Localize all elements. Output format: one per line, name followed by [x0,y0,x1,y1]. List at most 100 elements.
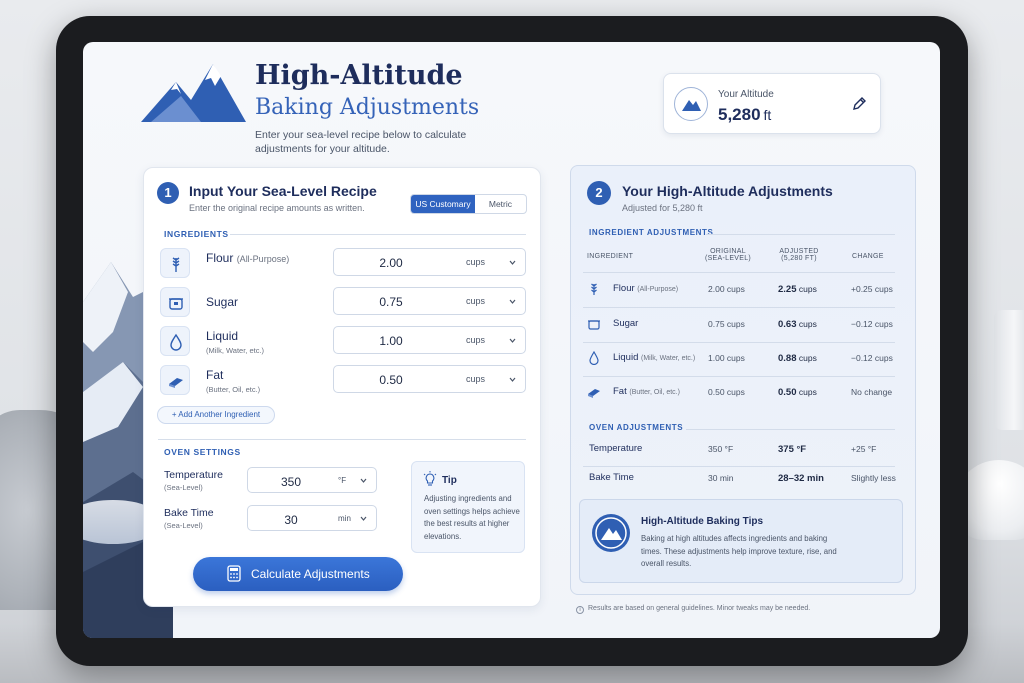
pencil-icon[interactable] [852,97,866,111]
row-original: 0.75 cups [708,319,745,329]
temperature-input[interactable]: 350 °F [247,467,377,493]
row-adjusted-value: 0.50 [778,387,797,398]
altitude-card[interactable]: Your Altitude 5,280 ft [663,73,881,134]
row-change: −0.12 cups [851,319,893,329]
oven-adjustments-header: OVEN ADJUSTMENTS [589,423,684,432]
row-adjusted: 0.50 cups [778,387,817,398]
oven-settings-header: OVEN SETTINGS [164,447,241,457]
column-header-adjusted: ADJUSTED (5,280 FT) [771,248,827,262]
liquid-amount-input[interactable]: 1.00 cups [333,326,526,354]
calculator-icon [227,565,241,582]
footnote-text: Results are based on general guidelines.… [588,605,811,612]
row-adjusted: 0.63 cups [778,319,817,330]
oven-row-original: 350 °F [708,444,734,454]
ingredient-row-flour: Flour (All-Purpose) 2.00 cups [160,248,528,280]
row-adjusted-unit: cups [798,284,817,294]
ingredients-section-header: INGREDIENTS [164,229,229,239]
sugar-bowl-icon [160,287,190,317]
temperature-value[interactable]: 350 [248,475,334,489]
bake-time-value[interactable]: 30 [248,513,334,527]
mountain-logo-icon [141,64,246,122]
unit-metric-option[interactable]: Metric [475,195,526,213]
add-ingredient-button[interactable]: + Add Another Ingredient [157,406,275,424]
divider [706,234,895,235]
row-original: 2.00 cups [708,284,745,294]
droplet-icon [589,351,599,365]
row-ingredient-name: Sugar [613,318,639,329]
table-row: Flour (All-Purpose) 2.00 cups 2.25 cups … [583,278,899,302]
flour-amount-value[interactable]: 2.00 [334,256,448,270]
column-header-adjusted-sub: (5,280 FT) [781,255,817,262]
tips-title: High-Altitude Baking Tips [641,516,764,527]
page-title: High-Altitude [255,60,463,91]
fat-unit-select[interactable]: cups [466,374,485,384]
row-ingredient-name: Flour (All-Purpose) [613,283,678,294]
sugar-amount-value[interactable]: 0.75 [334,295,448,309]
row-original: 1.00 cups [708,353,745,363]
fat-amount-value[interactable]: 0.50 [334,373,448,387]
row-name-text: Liquid [613,352,639,363]
info-icon: i [576,606,584,614]
row-change: +0.25 cups [851,284,893,294]
ingredient-row-fat: Fat (Butter, Oil, etc.) 0.50 cups [160,365,528,397]
chevron-down-icon[interactable] [509,337,516,344]
tip-title: Tip [442,475,457,486]
step-badge: 2 [587,181,611,205]
jar-background [994,310,1024,430]
ingredient-hint: (Butter, Oil, etc.) [206,385,261,394]
row-name-text: Fat [613,386,627,397]
recipe-input-card: 1 Input Your Sea-Level Recipe Enter the … [143,167,541,607]
footnote: i Results are based on general guidelines… [576,605,810,614]
chevron-down-icon[interactable] [509,376,516,383]
bake-time-input[interactable]: 30 min [247,505,377,531]
temperature-unit-select[interactable]: °F [338,476,346,485]
column-header-original-label: ORIGINAL [710,248,746,255]
chevron-down-icon[interactable] [360,477,367,484]
bake-time-unit-select[interactable]: min [338,514,351,523]
table-row: Bake Time 30 min 28–32 min Slightly less [583,467,899,491]
unit-us-customary-option[interactable]: US Customary [411,195,475,213]
wheat-icon [160,248,190,278]
flour-amount-input[interactable]: 2.00 cups [333,248,526,276]
calculate-adjustments-button[interactable]: Calculate Adjustments [193,557,403,591]
row-name-qualifier: (Milk, Water, etc.) [641,355,696,362]
liquid-unit-select[interactable]: cups [466,335,485,345]
row-name-qualifier: (Butter, Oil, etc.) [629,389,680,396]
results-subtitle: Adjusted for 5,280 ft [622,203,703,213]
fat-amount-input[interactable]: 0.50 cups [333,365,526,393]
liquid-amount-value[interactable]: 1.00 [334,334,448,348]
oven-row-bake-time: Bake Time (Sea-Level) 30 min [164,505,384,533]
tip-text: Adjusting ingredients and oven settings … [424,494,520,541]
ingredient-name: Liquid [206,329,239,343]
altitude-unit: ft [763,107,772,123]
mountain-icon [592,514,630,552]
flour-unit-select[interactable]: cups [466,257,485,267]
row-name-text: Flour [613,283,635,294]
row-change: −0.12 cups [851,353,893,363]
lightbulb-icon [423,471,437,486]
chevron-down-icon[interactable] [360,515,367,522]
sugar-amount-input[interactable]: 0.75 cups [333,287,526,315]
divider [583,342,895,343]
unit-toggle[interactable]: US Customary Metric [410,194,527,214]
sugar-unit-select[interactable]: cups [466,296,485,306]
butter-icon [160,365,190,395]
divider [583,307,895,308]
app-screen: High-Altitude Baking Adjustments Enter y… [83,42,940,638]
altitude-value: 5,280 ft [718,105,771,125]
chevron-down-icon[interactable] [509,298,516,305]
droplet-icon [160,326,190,356]
baking-tips-card: High-Altitude Baking Tips Baking at high… [579,499,903,583]
column-header-ingredient: INGREDIENT [587,253,634,260]
butter-icon [588,389,600,398]
ingredient-hint: (Milk, Water, etc.) [206,346,265,355]
divider [583,272,895,273]
oven-row-temperature: Temperature (Sea-Level) 350 °F [164,467,384,495]
column-header-change: CHANGE [852,253,884,260]
results-title: Your High-Altitude Adjustments [622,183,833,199]
ingredient-row-sugar: Sugar 0.75 cups [160,287,528,319]
column-header-adjusted-label: ADJUSTED [779,248,819,255]
ingredient-name-text: Flour [206,251,234,265]
chevron-down-icon[interactable] [509,259,516,266]
divider [686,429,895,430]
